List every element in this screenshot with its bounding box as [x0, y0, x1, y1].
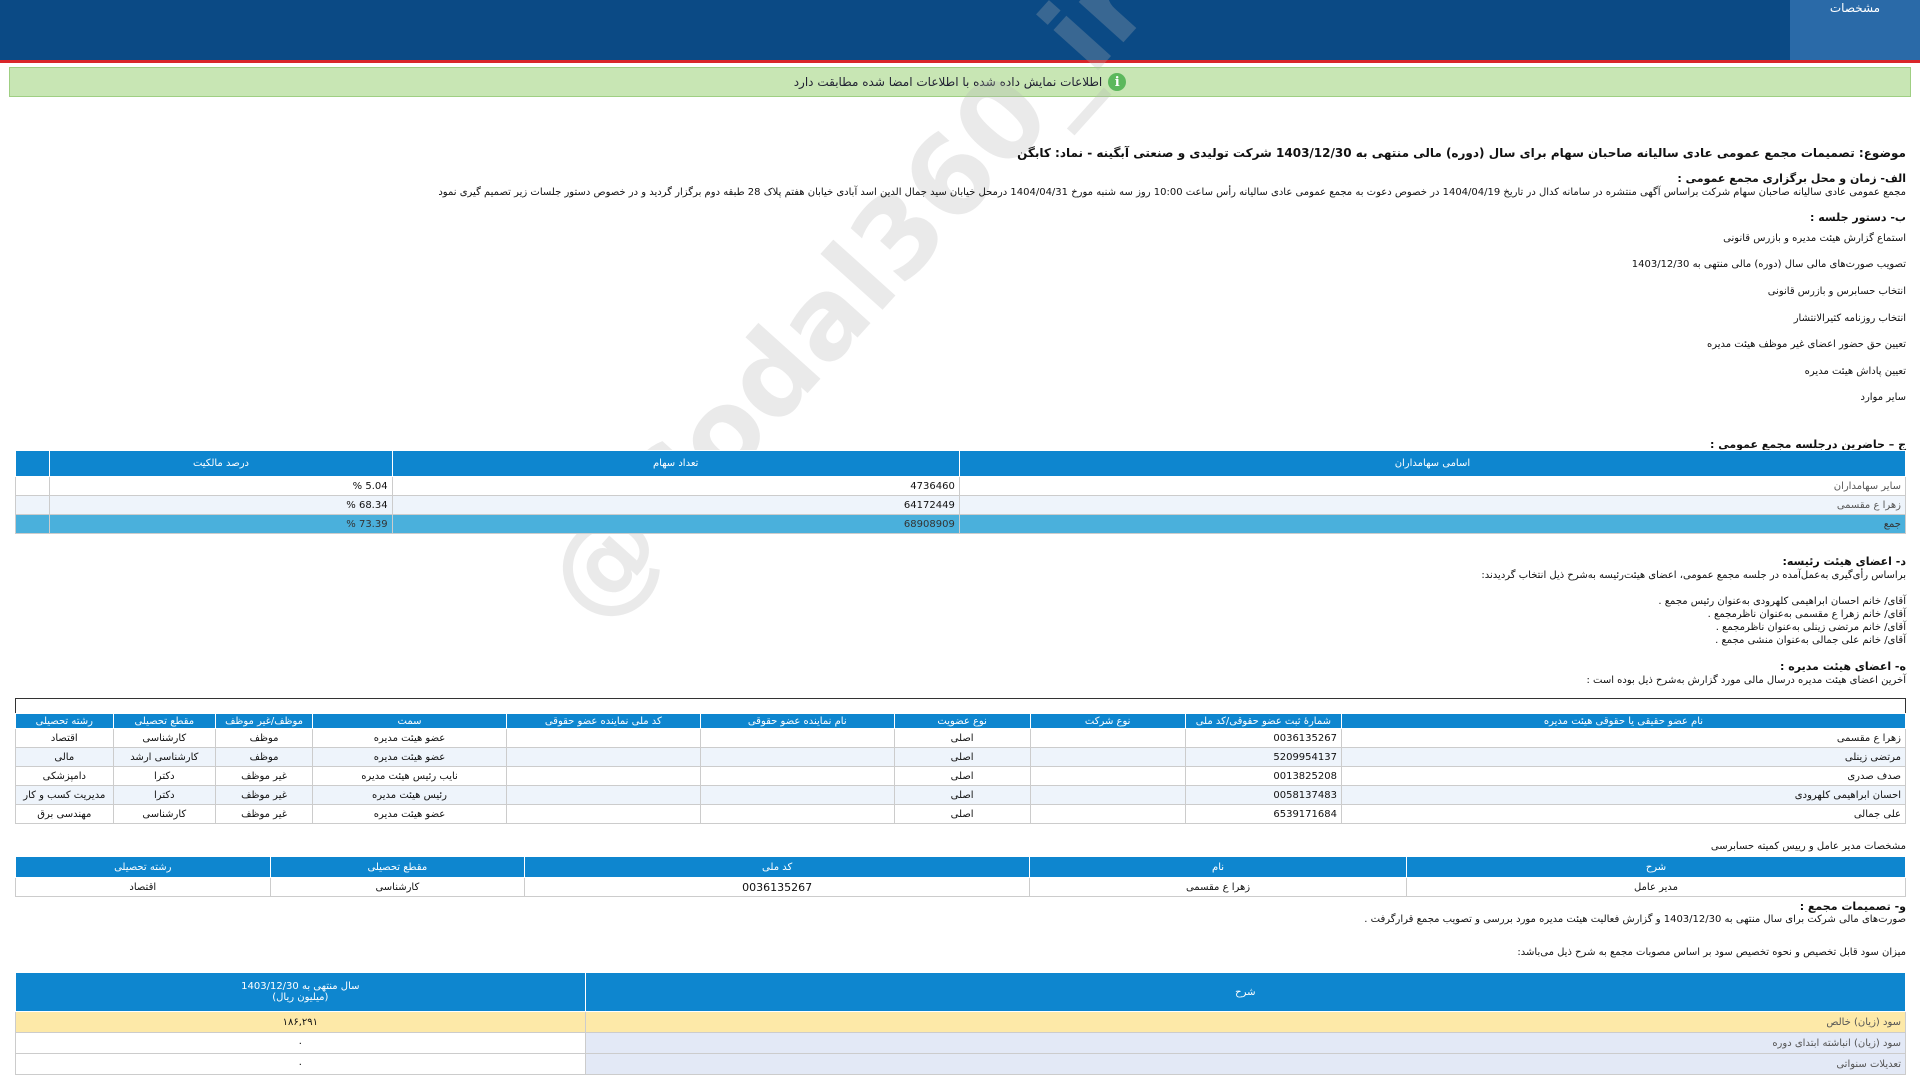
section-b-title: ب- دستور جلسه :: [1810, 211, 1906, 224]
top-header-bar: [0, 0, 1920, 63]
table-row: مرتضی زینلی 5209954137 اصلی عضو هیئت مدیر…: [15, 747, 1907, 767]
table-row: تعدیلات سنواتی ۰: [15, 1053, 1907, 1075]
presidium-line: آقای/ خانم علی جمالی به‌عنوان منشی مجمع …: [1715, 635, 1906, 646]
section-d-title: د- اعضای هیئت رئیسه:: [1782, 555, 1906, 568]
section-f-text1: صورت‌های مالی شرکت برای سال منتهی به 140…: [1364, 914, 1906, 925]
table-row: سود (زیان) خالص ۱۸۶,۲۹۱: [15, 1011, 1907, 1033]
page-title: موضوع: تصمیمات مجمع عمومی عادی سالیانه ص…: [1017, 146, 1906, 160]
table-row: سود (زیان) انباشته ابتدای دوره ۰: [15, 1032, 1907, 1054]
table-row-total: جمع 68908909 73.39 %: [14, 514, 1907, 534]
col-year: سال منتهی به 1403/12/30: [241, 981, 360, 992]
verification-notice: اطلاعات نمایش داده شده با اطلاعات امضا ش…: [9, 67, 1911, 97]
section-a-title: الف- زمان و محل برگزاری مجمع عمومی :: [1677, 172, 1906, 185]
presidium-line: آقای/ خانم احسان ابراهیمی کلهرودی به‌عنو…: [1658, 596, 1906, 607]
section-f-title: و- تصمیمات مجمع :: [1799, 900, 1906, 913]
agenda-item: تعیین پاداش هیئت مدیره: [1804, 366, 1906, 377]
profit-allocation-table: شرح سال منتهی به 1403/12/30 (میلیون ریال…: [15, 972, 1907, 1075]
table-row: زهرا ع مقسمی 64172449 68.34 %: [14, 495, 1907, 515]
section-e-intro: آخرین اعضای هیئت مدیره درسال مالی مورد گ…: [1586, 675, 1906, 686]
section-f-text2: میزان سود قابل تخصیص و نحوه تخصیص سود بر…: [1517, 947, 1906, 958]
presidium-line: آقای/ خانم مرتضی زینلی به‌عنوان ناظرمجمع…: [1715, 622, 1906, 633]
col-shareholders: اسامی سهامداران: [958, 450, 1907, 477]
agenda-item: تصویب صورت‌های مالی سال (دوره) مالی منته…: [1631, 259, 1906, 270]
col-shares: تعداد سهام: [391, 450, 960, 477]
notice-text: اطلاعات نمایش داده شده با اطلاعات امضا ش…: [793, 75, 1103, 89]
table-row: صدف صدری 0013825208 اصلی نایب رئیس هیئت م…: [15, 766, 1907, 786]
board-members-table: نام عضو حقیقی یا حقوقی هیئت مدیره شمارهٔ…: [15, 698, 1907, 824]
section-d-intro: براساس رأی‌گیری به‌عمل‌آمده در جلسه مجمع…: [1481, 570, 1906, 581]
agenda-item: انتخاب حسابرس و بازرس قانونی: [1767, 286, 1906, 297]
agenda-item: استماع گزارش هیئت مدیره و بازرس قانونی: [1723, 233, 1906, 244]
ceo-section-title: مشخصات مدیر عامل و رییس کمیته حسابرسی: [1710, 841, 1906, 852]
agenda-item: سایر موارد: [1860, 392, 1907, 403]
agenda-item: تعیین حق حضور اعضای غیر موظف هیئت مدیره: [1706, 339, 1906, 350]
ceo-table: شرح نام کد ملی مقطع تحصیلی رشته تحصیلی م…: [15, 856, 1907, 897]
presidium-line: آقای/ خانم زهرا ع مقسمی به‌عنوان ناظرمجم…: [1707, 609, 1906, 620]
table-row: سایر سهامداران 4736460 5.04 %: [14, 476, 1907, 496]
col-unit: (میلیون ریال): [272, 992, 329, 1003]
table-row: علی جمالی 6539171684 اصلی عضو هیئت مدیره غ…: [15, 804, 1907, 824]
col-percent: درصد مالکیت: [49, 450, 393, 477]
table-row: زهرا ع مقسمی 0036135267 اصلی عضو هیئت مدی…: [15, 728, 1907, 748]
attendees-table: اسامی سهامداران تعداد سهام درصد مالکیت س…: [14, 450, 1907, 534]
table-row: مدیر عامل زهرا ع مقسمی 0036135267 کارشنا…: [15, 877, 1907, 897]
info-icon: i: [1108, 73, 1127, 91]
table-row: احسان ابراهیمی کلهرودی 0058137483 اصلی رئ…: [15, 785, 1907, 805]
section-e-title: ه- اعضای هیئت مدیره :: [1780, 660, 1906, 673]
section-a-text: مجمع عمومی عادی سالیانه صاحبان سهام شرکت…: [438, 187, 1906, 198]
agenda-item: انتخاب روزنامه کثیرالانتشار: [1793, 313, 1906, 324]
tab-details[interactable]: مشخصات: [1790, 0, 1920, 60]
